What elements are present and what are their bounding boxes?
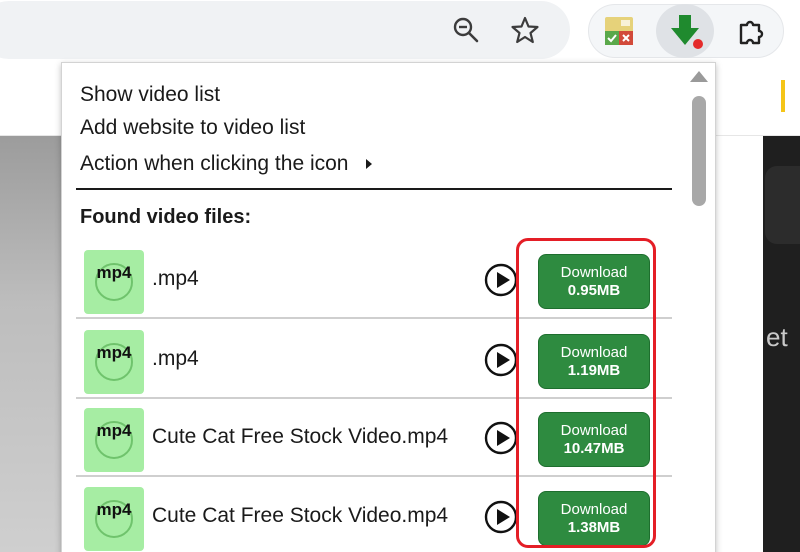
menu-show-video-list-label: Show video list	[80, 83, 221, 106]
video-file-name: .mp4	[152, 267, 199, 290]
play-icon[interactable]	[484, 263, 518, 297]
page-partial-text: et	[766, 322, 788, 352]
submenu-arrow-icon	[366, 159, 373, 169]
popup-scrollbar[interactable]	[686, 66, 712, 552]
zoom-icon[interactable]	[446, 10, 486, 50]
download-file-size: 10.47MB	[563, 439, 625, 457]
page-video-area	[0, 136, 62, 552]
mp4-file-icon: mp4	[84, 408, 144, 472]
video-file-name: Cute Cat Free Stock Video.mp4	[152, 425, 449, 448]
mp4-badge-label: mp4	[96, 421, 132, 440]
menu-action-on-click[interactable]: Action when clicking the icon	[80, 152, 373, 176]
scroll-thumb[interactable]	[692, 96, 706, 206]
browser-toolbar	[0, 0, 800, 62]
download-file-size: 0.95MB	[567, 281, 621, 299]
mp4-badge-label: mp4	[96, 263, 132, 282]
mp4-badge-label: mp4	[96, 343, 132, 362]
page-accent	[781, 80, 785, 112]
download-button-label: Download	[560, 500, 628, 518]
divider	[76, 188, 672, 190]
download-file-size: 1.19MB	[567, 361, 621, 379]
video-file-row: mp4 .mp4 Download 1.19MB	[76, 321, 672, 399]
page-card	[765, 166, 800, 244]
mp4-file-icon: mp4	[84, 330, 144, 394]
puzzle-icon[interactable]	[730, 10, 772, 52]
mp4-file-icon: mp4	[84, 250, 144, 314]
video-file-name: .mp4	[152, 347, 199, 370]
download-button[interactable]: Download 10.47MB	[538, 412, 650, 467]
download-button-label: Download	[560, 263, 628, 281]
download-button-label: Download	[560, 343, 628, 361]
download-button[interactable]: Download 1.38MB	[538, 491, 650, 546]
mp4-file-icon: mp4	[84, 487, 144, 551]
play-icon[interactable]	[484, 421, 518, 455]
download-file-size: 1.38MB	[567, 518, 621, 536]
download-button[interactable]: Download 1.19MB	[538, 334, 650, 389]
menu-action-on-click-label: Action when clicking the icon	[80, 152, 349, 175]
video-file-row: mp4 .mp4 Download 0.95MB	[76, 241, 672, 319]
play-icon[interactable]	[484, 343, 518, 377]
download-button-label: Download	[560, 421, 628, 439]
video-downloader-icon[interactable]	[656, 4, 714, 58]
extension-icon[interactable]	[601, 13, 637, 49]
found-video-files-title: Found video files:	[80, 206, 252, 228]
mp4-badge-label: mp4	[96, 500, 132, 519]
menu-show-video-list[interactable]: Show video list	[80, 83, 220, 107]
video-file-name: Cute Cat Free Stock Video.mp4	[152, 504, 449, 527]
play-icon[interactable]	[484, 500, 518, 534]
video-file-row: mp4 Cute Cat Free Stock Video.mp4 Downlo…	[76, 399, 672, 477]
menu-add-website[interactable]: Add website to video list	[80, 116, 305, 140]
star-icon[interactable]	[505, 10, 545, 50]
scroll-up-arrow-icon[interactable]	[690, 71, 708, 82]
download-button[interactable]: Download 0.95MB	[538, 254, 650, 309]
video-downloader-popup: Show video list Add website to video lis…	[61, 62, 716, 552]
video-file-row: mp4 Cute Cat Free Stock Video.mp4 Downlo…	[76, 478, 672, 552]
menu-add-website-label: Add website to video list	[80, 116, 306, 139]
